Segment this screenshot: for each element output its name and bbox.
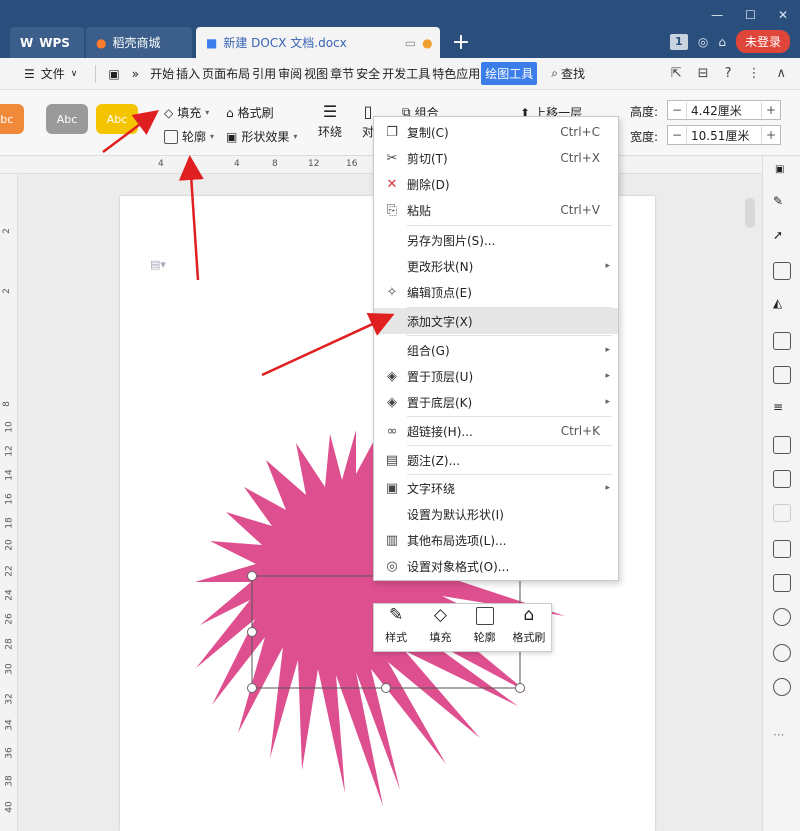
layout-options-icon: ▥: [385, 532, 399, 548]
paste-icon: ⎘: [386, 202, 398, 218]
menu-text-wrap[interactable]: ▣ 文字环绕 ▸: [374, 475, 618, 501]
submenu-arrow-icon: ▸: [605, 371, 610, 381]
outline-icon: [475, 607, 494, 625]
menu-cut[interactable]: ✂ 剪切(T) Ctrl+X: [374, 145, 618, 171]
menu-caption[interactable]: ▤ 题注(Z)...: [374, 447, 618, 473]
format-object-icon: ◎: [386, 558, 398, 574]
export-icon[interactable]: [773, 470, 791, 488]
mini-outline-button[interactable]: 轮廓: [463, 604, 507, 651]
grid-icon[interactable]: [773, 366, 791, 384]
menu-copy[interactable]: ❐ 复制(C) Ctrl+C: [374, 119, 618, 145]
menu-divider: [407, 225, 612, 226]
table-icon[interactable]: [773, 332, 791, 350]
menu-edit-points[interactable]: ✧ 编辑顶点(E): [374, 279, 618, 305]
copy-icon: ❐: [386, 124, 398, 140]
brush-style-icon: ✎: [389, 605, 404, 625]
resize-handle-br[interactable]: [515, 683, 525, 693]
edit-points-icon: ✧: [386, 284, 398, 300]
menu-change-shape[interactable]: 更改形状(N) ▸: [374, 253, 618, 279]
mini-format-painter-button[interactable]: ⌂ 格式刷: [507, 604, 551, 651]
menu-divider: [407, 445, 612, 446]
menu-layout-options[interactable]: ▥ 其他布局选项(L)...: [374, 527, 618, 553]
scissors-icon: ✂: [386, 150, 398, 166]
menu-send-to-back[interactable]: ◈ 置于底层(K) ▸: [374, 389, 618, 415]
picture-icon[interactable]: [773, 574, 791, 592]
menu-hyperlink[interactable]: ∞ 超链接(H)... Ctrl+K: [374, 418, 618, 444]
caption-icon: ▤: [385, 452, 399, 468]
submenu-arrow-icon: ▸: [605, 345, 610, 355]
resize-handle-ml[interactable]: [247, 627, 257, 637]
menu-group[interactable]: 组合(G) ▸: [374, 337, 618, 363]
fill-icon[interactable]: ◭: [773, 296, 791, 314]
submenu-arrow-icon: ▸: [605, 397, 610, 407]
settings-sliders-icon[interactable]: ≡: [773, 400, 791, 418]
text-wrap-icon: ▣: [385, 480, 399, 496]
menu-divider: [407, 335, 612, 336]
context-menu: ❐ 复制(C) Ctrl+C ✂ 剪切(T) Ctrl+X ✕ 删除(D) ⎘ …: [373, 116, 619, 581]
hyperlink-icon: ∞: [386, 423, 398, 439]
menu-save-as-image[interactable]: 另存为图片(S)...: [374, 227, 618, 253]
history-icon[interactable]: [773, 644, 791, 662]
menu-set-default-shape[interactable]: 设置为默认形状(I): [374, 501, 618, 527]
resize-handle-bm[interactable]: [381, 683, 391, 693]
submenu-arrow-icon: ▸: [605, 261, 610, 271]
menu-paste[interactable]: ⎘ 粘贴 Ctrl+V: [374, 197, 618, 223]
sidebar-collapse-icon[interactable]: ▣: [775, 164, 784, 175]
resize-handle-tl[interactable]: [247, 571, 257, 581]
shapes-icon[interactable]: [773, 262, 791, 280]
delete-x-icon: ✕: [386, 176, 398, 192]
menu-delete[interactable]: ✕ 删除(D): [374, 171, 618, 197]
menu-divider: [407, 416, 612, 417]
more-dots-icon[interactable]: ···: [773, 728, 784, 742]
shield-icon[interactable]: [773, 608, 791, 626]
right-sidebar: ▣ ✎ ➚ ◭ ≡ ···: [745, 156, 800, 831]
cursor-icon[interactable]: ➚: [773, 228, 791, 246]
scrollbar-thumb[interactable]: [745, 198, 755, 228]
submenu-arrow-icon: ▸: [605, 483, 610, 493]
archive-icon[interactable]: [773, 540, 791, 558]
menu-bring-to-front[interactable]: ◈ 置于顶层(U) ▸: [374, 363, 618, 389]
menu-add-text[interactable]: 添加文字(X): [374, 308, 618, 334]
floating-mini-toolbar: ✎ 样式 ◇ 填充 轮廓 ⌂ 格式刷: [373, 603, 552, 652]
send-to-back-icon: ◈: [387, 394, 397, 410]
bring-to-front-icon: ◈: [387, 368, 397, 384]
puzzle-icon[interactable]: [773, 504, 791, 522]
image-icon[interactable]: [773, 436, 791, 454]
pen-icon[interactable]: ✎: [773, 194, 791, 212]
mini-fill-button[interactable]: ◇ 填充: [418, 604, 462, 651]
mini-style-button[interactable]: ✎ 样式: [374, 604, 418, 651]
format-painter-icon: ⌂: [523, 605, 535, 625]
help-circle-icon[interactable]: [773, 678, 791, 696]
resize-handle-bl[interactable]: [247, 683, 257, 693]
menu-format-object[interactable]: ◎ 设置对象格式(O)...: [374, 553, 618, 579]
paint-bucket-icon: ◇: [433, 605, 447, 625]
